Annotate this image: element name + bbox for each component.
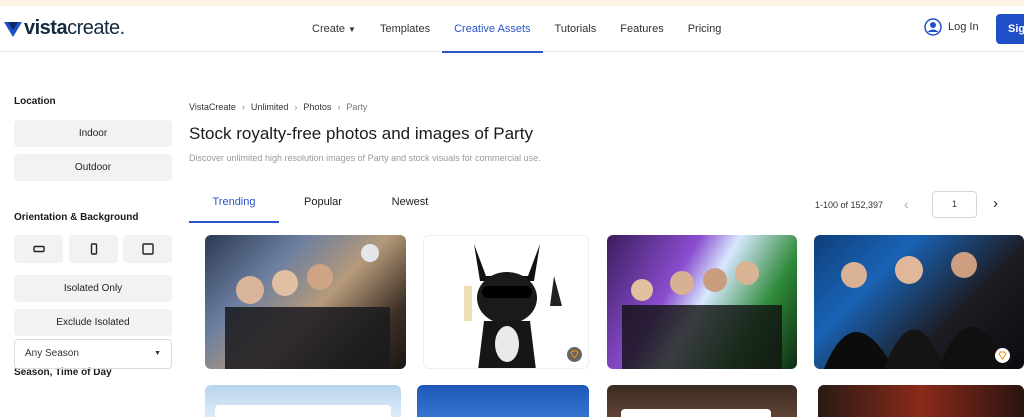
login-button[interactable]: Log In (924, 18, 979, 36)
location-heading: Location (14, 96, 56, 107)
header: vistacreate. Create ▼ Templates Creative … (0, 6, 1024, 53)
vistacreate-logo-icon (4, 21, 22, 37)
user-avatar-icon (924, 18, 942, 36)
orientation-heading: Orientation & Background (14, 212, 139, 223)
page-number-input[interactable]: 1 (932, 191, 977, 218)
sort-tabs: Trending Popular Newest (189, 190, 453, 223)
login-label: Log In (948, 21, 979, 33)
horizontal-orientation-icon (32, 245, 45, 253)
filter-square[interactable] (123, 235, 172, 263)
party-photo-row2-1[interactable] (205, 385, 401, 417)
page-subtitle: Discover unlimited high resolution image… (189, 153, 541, 163)
caret-down-icon: ▼ (348, 25, 356, 34)
breadcrumb-photos[interactable]: Photos (303, 102, 331, 112)
photo-thumbnail (824, 252, 1009, 369)
filter-outdoor[interactable]: Outdoor (14, 154, 172, 181)
main-nav: Create ▼ Templates Creative Assets Tutori… (300, 6, 734, 53)
season-select[interactable]: Any Season ▼ (14, 339, 172, 369)
filter-vertical[interactable] (69, 235, 118, 263)
filter-isolated-only[interactable]: Isolated Only (14, 275, 172, 302)
chevron-right-icon: › (241, 102, 245, 112)
dropdown-arrow-icon: ▼ (154, 350, 161, 357)
chevron-right-icon: › (294, 102, 298, 112)
party-photo-group-selfie[interactable] (205, 235, 406, 369)
premium-badge-icon (567, 347, 582, 362)
nav-tutorials[interactable]: Tutorials (543, 6, 609, 52)
filter-horizontal[interactable] (14, 235, 63, 263)
page-title: Stock royalty-free photos and images of … (189, 124, 533, 143)
nav-create[interactable]: Create ▼ (300, 6, 368, 52)
logo-text: vistacreate. (24, 17, 125, 39)
nav-features[interactable]: Features (608, 6, 675, 52)
filter-indoor[interactable]: Indoor (14, 120, 172, 147)
square-orientation-icon (141, 243, 154, 255)
party-photo-dancing[interactable] (814, 235, 1024, 369)
signup-button[interactable]: Sig (996, 14, 1024, 44)
chevron-left-icon[interactable]: ‹ (904, 196, 909, 212)
results-range: 1-100 of 152,397 (815, 200, 884, 210)
breadcrumb-party: Party (346, 102, 368, 112)
tab-popular[interactable]: Popular (279, 190, 367, 223)
nav-pricing[interactable]: Pricing (676, 6, 734, 52)
nav-templates[interactable]: Templates (368, 6, 442, 52)
filter-exclude-isolated[interactable]: Exclude Isolated (14, 309, 172, 336)
party-photo-row2-3[interactable] (607, 385, 797, 417)
party-photo-row2-2[interactable] (417, 385, 589, 417)
chevron-right-icon: › (337, 102, 341, 112)
nav-creative-assets[interactable]: Creative Assets (442, 6, 543, 53)
breadcrumb-vistacreate[interactable]: VistaCreate (189, 102, 236, 112)
breadcrumb: VistaCreate › Unlimited › Photos › Party (189, 102, 367, 112)
breadcrumb-unlimited[interactable]: Unlimited (251, 102, 289, 112)
logo[interactable]: vistacreate. (4, 17, 125, 40)
photo-thumbnail (622, 261, 782, 369)
vertical-orientation-icon (90, 243, 97, 255)
chevron-right-icon[interactable]: › (993, 195, 998, 212)
party-photo-confetti[interactable] (607, 235, 797, 369)
tab-trending[interactable]: Trending (189, 190, 279, 223)
photo-thumbnail (225, 244, 390, 369)
tab-newest[interactable]: Newest (367, 190, 453, 223)
photo-thumbnail (464, 244, 562, 368)
party-photo-dog[interactable] (423, 235, 589, 369)
premium-badge-icon (995, 348, 1010, 363)
party-photo-row2-4[interactable] (818, 385, 1024, 417)
season-select-value: Any Season (25, 348, 79, 359)
